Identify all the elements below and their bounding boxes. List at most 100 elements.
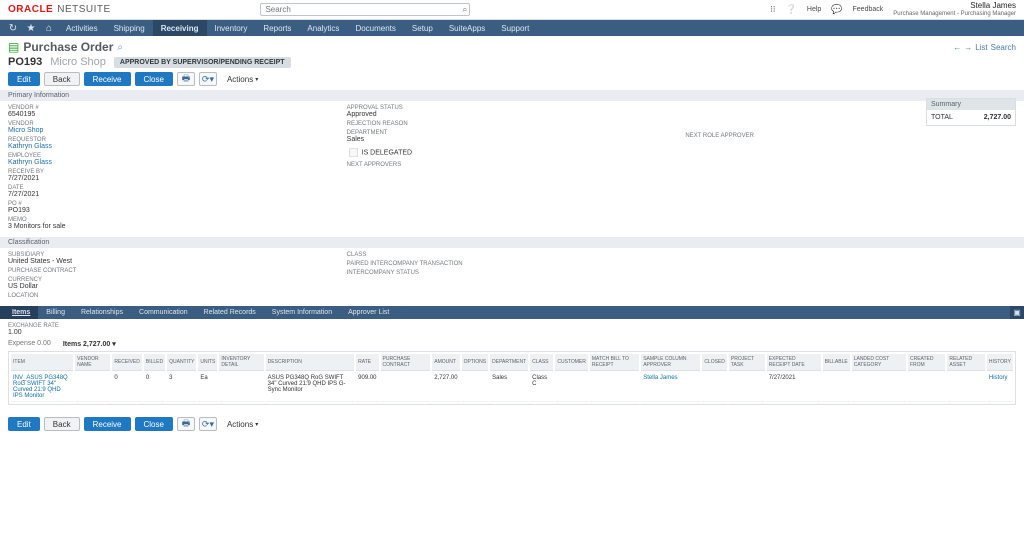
cell-rate: 909.00 [356,373,378,402]
col-units: UNITS [198,354,217,371]
vendor-num-value: 6540195 [8,111,339,118]
cell-history-link[interactable]: History [989,375,1008,381]
print-icon[interactable]: 🖶 [177,72,195,86]
tab-relationships[interactable]: Relationships [73,306,131,319]
user-menu[interactable]: Stella James Purchase Management - Purch… [893,2,1016,18]
record-tabs: Items Billing Relationships Communicatio… [0,306,1024,319]
nav-reports[interactable]: Reports [255,20,299,36]
location-label: LOCATION [8,293,339,299]
tab-billing[interactable]: Billing [38,306,73,319]
tab-approver-list[interactable]: Approver List [340,306,397,319]
receive-button-bottom[interactable]: Receive [84,417,131,431]
refresh-icon-bottom[interactable]: ⟳▾ [199,417,217,431]
cell-expected-receipt: 7/27/2021 [767,373,821,402]
cell-units: Ea [198,373,217,402]
nav-documents[interactable]: Documents [347,20,403,36]
col-description: DESCRIPTION [266,354,355,371]
tab-items[interactable]: Items [4,306,38,319]
col-class: CLASS [530,354,553,371]
global-search-input[interactable] [260,3,470,16]
cell-class: Class C [530,373,553,402]
requestor-link[interactable]: Kathryn Glass [8,143,52,150]
close-button-bottom[interactable]: Close [135,417,173,431]
employee-link[interactable]: Kathryn Glass [8,159,52,166]
tab-communication[interactable]: Communication [131,306,196,319]
col-department: DEPARTMENT [490,354,528,371]
purchase-contract-label: PURCHASE CONTRACT [8,268,339,274]
col-match-bill: MATCH BILL TO RECEIPT [590,354,639,371]
cell-approver-link[interactable]: Stella James [643,375,677,381]
main-nav: ↻ ★ ⌂ Activities Shipping Receiving Inve… [0,20,1024,36]
approval-status-value: Approved [347,111,678,118]
subtab-expense[interactable]: Expense 0.00 [8,340,51,348]
actions-dropdown[interactable]: Actions [221,72,264,86]
nav-recents-icon[interactable]: ↻ [4,20,22,36]
edit-button-bottom[interactable]: Edit [8,417,40,431]
back-button[interactable]: Back [44,72,80,86]
date-value: 7/27/2021 [8,191,339,198]
app-switcher-icon[interactable]: ⁝⁝ [770,4,776,15]
nav-analytics[interactable]: Analytics [299,20,347,36]
cell-billed: 0 [144,373,165,402]
exchange-rate-value: 1.00 [8,329,1016,336]
summary-total-value: 2,727.00 [984,114,1011,121]
item-link[interactable]: INV_ASUS PG348Q RoG SWIFT 34" Curved 21:… [13,375,68,399]
actions-dropdown-bottom[interactable]: Actions [221,417,264,431]
nav-setup[interactable]: Setup [404,20,441,36]
feedback-link[interactable]: Feedback [853,6,884,13]
help-link[interactable]: Help [807,6,821,13]
nav-activities[interactable]: Activities [58,20,106,36]
col-options: OPTIONS [462,354,489,371]
prev-record-arrow[interactable]: ← [953,43,961,52]
subsidiary-value: United States - West [8,258,339,265]
record-doc-icon: ▤ [8,40,19,54]
receive-button[interactable]: Receive [84,72,131,86]
cell-department: Sales [490,373,528,402]
class-label: CLASS [347,252,678,258]
back-button-bottom[interactable]: Back [44,417,80,431]
record-vendor-name: Micro Shop [50,56,106,68]
print-icon-bottom[interactable]: 🖶 [177,417,195,431]
next-record-arrow[interactable]: → [964,43,972,52]
col-landed-cost: LANDED COST CATEGORY [852,354,906,371]
is-delegated-checkbox: IS DELEGATED [347,146,678,159]
record-search-icon[interactable]: ⌕ [117,42,123,53]
feedback-icon[interactable]: 💬 [831,4,842,15]
subtab-items[interactable]: Items 2,727.00 ▾ [63,340,116,348]
col-related-asset: RELATED ASSET [947,354,984,371]
edit-button[interactable]: Edit [8,72,40,86]
expand-tabs-icon[interactable]: ▣ [1010,306,1024,319]
nav-suiteapps[interactable]: SuiteApps [441,20,493,36]
nav-shipping[interactable]: Shipping [106,20,153,36]
status-badge: APPROVED BY SUPERVISOR/PENDING RECEIPT [114,57,291,68]
col-rate: RATE [356,354,378,371]
close-button[interactable]: Close [135,72,173,86]
items-grid: ITEM VENDOR NAME RECEIVED BILLED QUANTIT… [8,351,1016,405]
nav-inventory[interactable]: Inventory [207,20,256,36]
next-role-approver-label: NEXT ROLE APPROVER [685,133,1016,139]
refresh-icon[interactable]: ⟳▾ [199,72,217,86]
help-icon[interactable]: ❔ [786,4,797,15]
nav-support[interactable]: Support [493,20,537,36]
global-search[interactable]: ⌕ [260,3,470,16]
col-vendor-name: VENDOR NAME [75,354,110,371]
nav-receiving[interactable]: Receiving [153,20,207,36]
table-row[interactable]: INV_ASUS PG348Q RoG SWIFT 34" Curved 21:… [11,373,1013,402]
col-customer: CUSTOMER [555,354,588,371]
tab-related-records[interactable]: Related Records [196,306,264,319]
tab-system-information[interactable]: System Information [264,306,340,319]
nav-home-icon[interactable]: ⌂ [40,20,58,36]
vendor-link[interactable]: Micro Shop [8,127,43,134]
search-icon[interactable]: ⌕ [462,4,467,15]
col-expected-receipt: EXPECTED RECEIPT DATE [767,354,821,371]
rejection-reason-label: REJECTION REASON [347,121,678,127]
department-value: Sales [347,136,678,143]
record-number: PO193 [8,56,42,68]
col-purchase-contract: PURCHASE CONTRACT [381,354,431,371]
cell-received: 0 [112,373,142,402]
col-approver: SAMPLE COLUMN APPROVER [641,354,700,371]
cell-quantity: 3 [167,373,196,402]
list-link[interactable]: List [975,43,987,52]
nav-favorites-icon[interactable]: ★ [22,20,40,36]
search-link[interactable]: Search [991,43,1016,52]
